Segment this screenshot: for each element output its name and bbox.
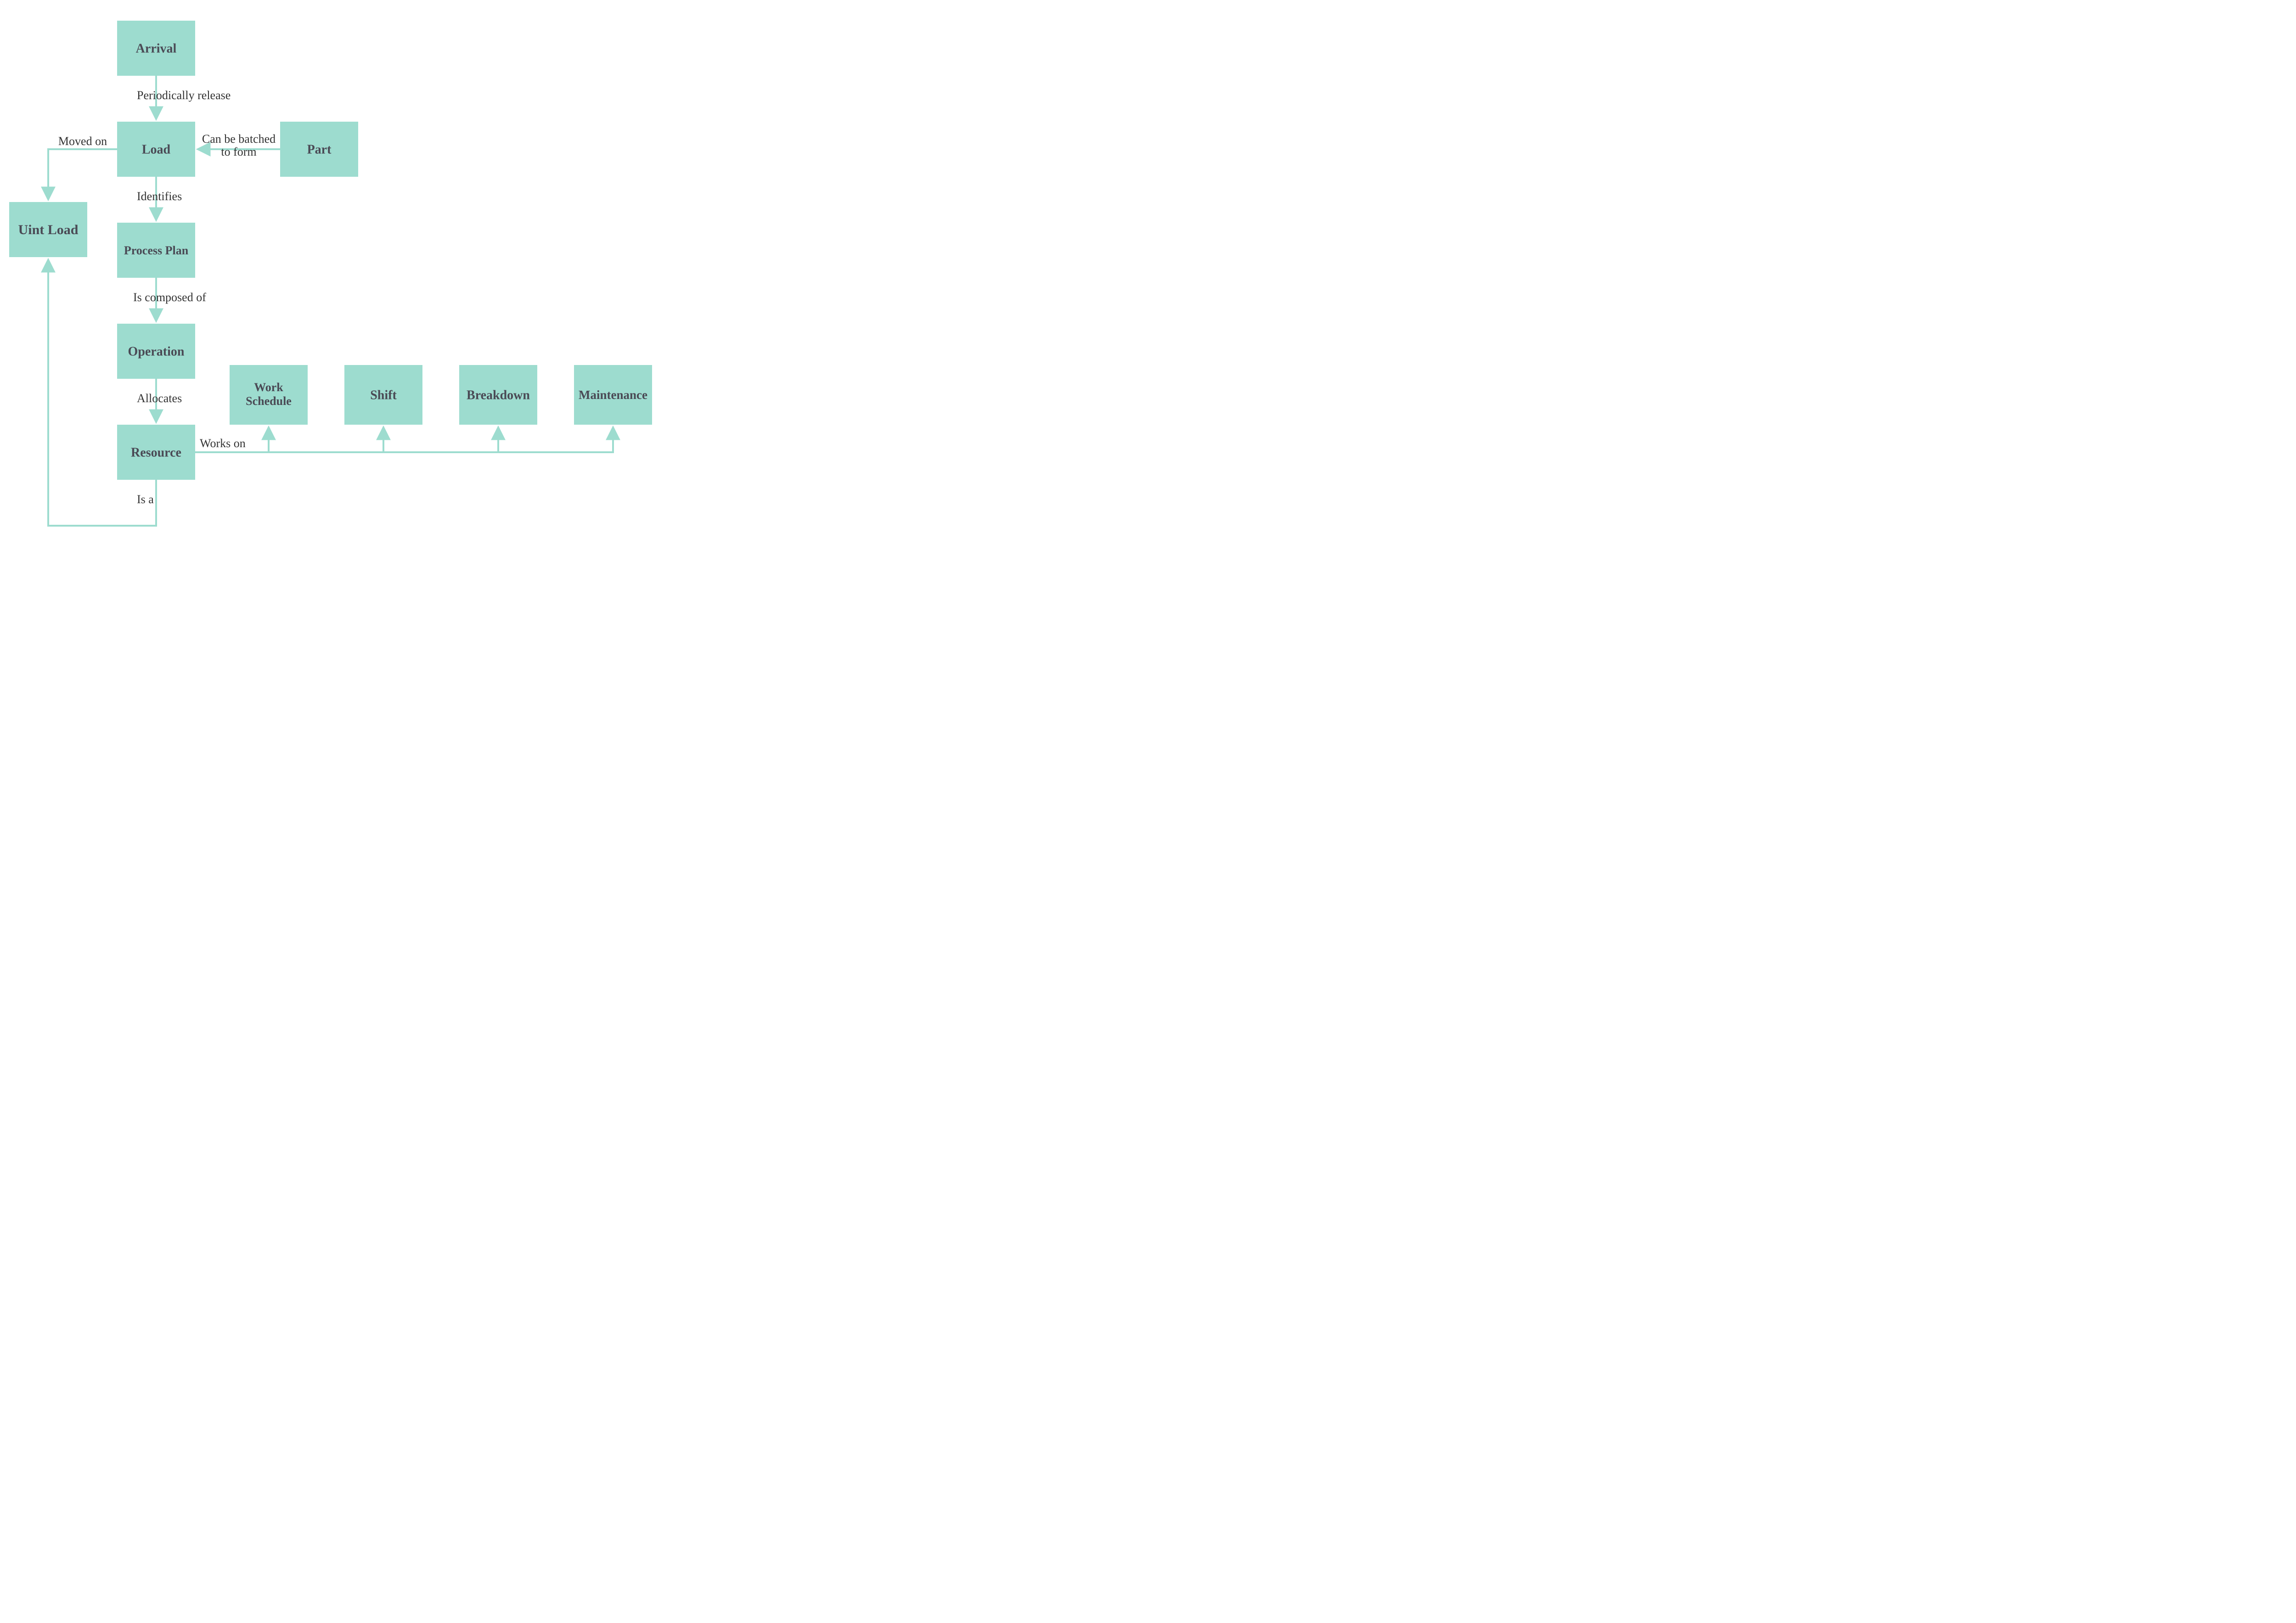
node-part-label: Part: [307, 142, 332, 157]
node-arrival-label: Arrival: [136, 41, 177, 56]
node-operation: Operation: [117, 324, 195, 379]
node-breakdown: Breakdown: [459, 365, 537, 425]
node-work-schedule-label-2: Schedule: [246, 394, 292, 408]
node-shift: Shift: [344, 365, 422, 425]
node-part: Part: [280, 122, 358, 177]
edge-arrival-to-load: Periodically release: [137, 76, 231, 118]
edge-resource-to-row: Works on: [195, 428, 613, 453]
node-breakdown-label: Breakdown: [467, 388, 530, 402]
node-work-schedule-label-1: Work: [254, 381, 283, 394]
node-maintenance-label: Maintenance: [579, 388, 647, 402]
edge-processplan-to-operation-label: Is composed of: [133, 291, 206, 304]
node-resource-label: Resource: [131, 445, 181, 460]
node-process-plan-label: Process Plan: [124, 244, 189, 257]
node-operation-label: Operation: [128, 344, 185, 359]
edge-operation-to-resource: Allocates: [137, 379, 182, 421]
node-process-plan: Process Plan: [117, 223, 195, 278]
edge-load-to-uintload-label: Moved on: [58, 135, 107, 148]
node-load: Load: [117, 122, 195, 177]
edge-operation-to-resource-label: Allocates: [137, 392, 182, 405]
node-work-schedule: Work Schedule: [230, 365, 308, 425]
node-resource: Resource: [117, 425, 195, 480]
edge-processplan-to-operation: Is composed of: [133, 278, 206, 320]
flow-diagram: Arrival Load Part Uint Load Process Plan…: [0, 0, 891, 629]
node-load-label: Load: [142, 142, 171, 157]
node-arrival: Arrival: [117, 21, 195, 76]
node-maintenance: Maintenance: [574, 365, 652, 425]
edge-load-to-processplan-label: Identifies: [137, 190, 182, 203]
edge-resource-to-uintload-label: Is a: [137, 493, 154, 506]
edge-arrival-to-load-label: Periodically release: [137, 89, 231, 102]
edge-part-to-load-label-2: to form: [221, 145, 256, 158]
node-shift-label: Shift: [370, 388, 397, 402]
edge-part-to-load: Can be batched to form: [198, 132, 280, 158]
node-uint-load-label: Uint Load: [18, 222, 79, 237]
node-uint-load: Uint Load: [9, 202, 87, 257]
edge-part-to-load-label-1: Can be batched: [202, 132, 276, 146]
edge-load-to-processplan: Identifies: [137, 177, 182, 219]
edge-resource-to-row-label: Works on: [200, 437, 246, 450]
edge-load-to-uintload: Moved on: [48, 135, 117, 199]
